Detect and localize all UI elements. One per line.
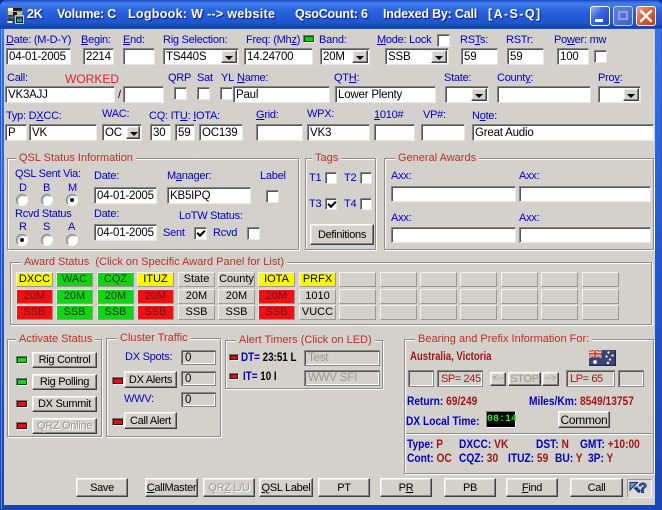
svg-text:?: ?: [639, 480, 648, 496]
